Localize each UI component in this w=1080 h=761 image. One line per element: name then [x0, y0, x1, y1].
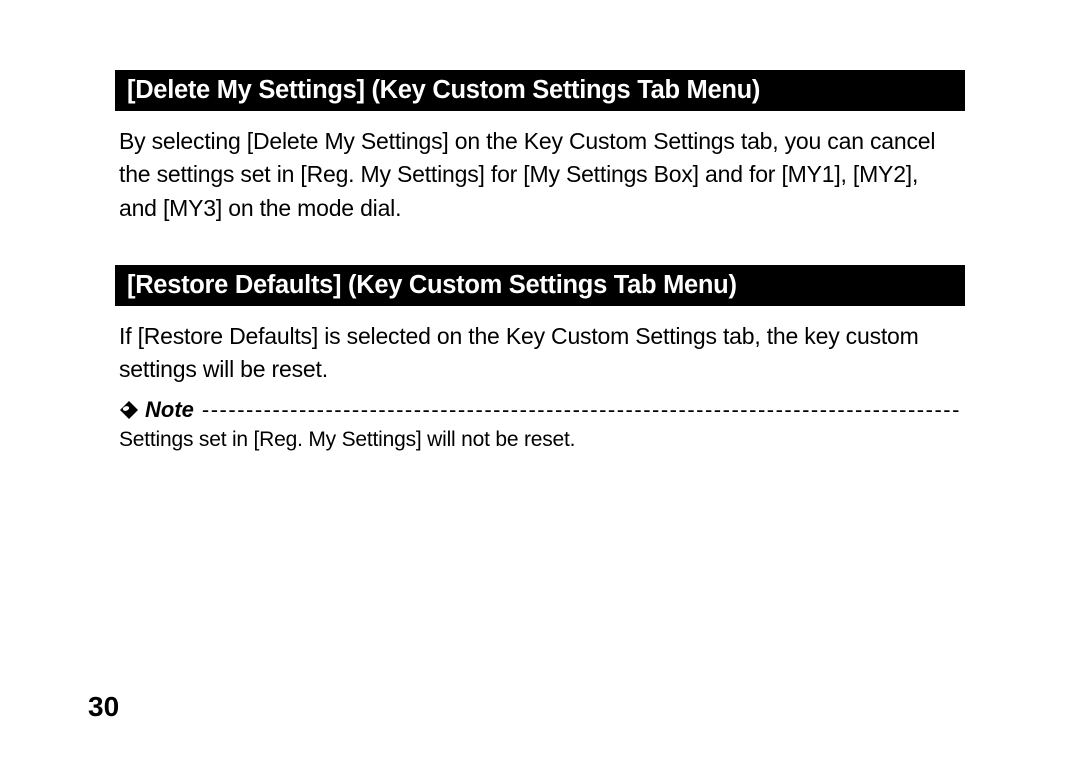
note-label: Note [145, 397, 196, 423]
note-icon [119, 400, 139, 420]
section-header-delete-my-settings: [Delete My Settings] (Key Custom Setting… [115, 70, 965, 111]
section-body-restore-defaults: If [Restore Defaults] is selected on the… [115, 306, 965, 387]
note-block: Note -----------------------------------… [115, 397, 965, 455]
section-body-delete-my-settings: By selecting [Delete My Settings] on the… [115, 111, 965, 225]
page-number: 30 [88, 691, 119, 723]
note-body: Settings set in [Reg. My Settings] will … [119, 423, 961, 455]
note-header: Note -----------------------------------… [119, 397, 961, 423]
note-divider: ----------------------------------------… [202, 397, 961, 423]
section-header-restore-defaults: [Restore Defaults] (Key Custom Settings … [115, 265, 965, 306]
